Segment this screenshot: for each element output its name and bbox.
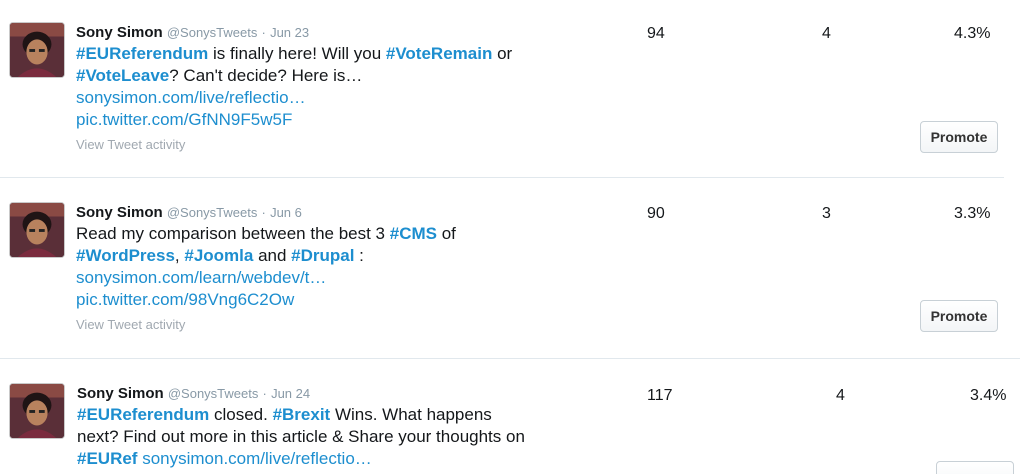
view-tweet-activity-link[interactable]: View Tweet activity [76, 137, 185, 152]
tweet-text-segment: is finally here! Will you [208, 44, 386, 63]
author-handle[interactable]: @SonysTweets [167, 205, 258, 220]
hashtag-link[interactable]: #CMS [390, 224, 437, 243]
tweet-text-segment: Read my comparison between the best 3 [76, 224, 390, 243]
engagement-rate: 3.4% [970, 387, 1007, 404]
author-name[interactable]: Sony Simon [76, 24, 163, 41]
tweet-text: Read my comparison between the best 3 #C… [76, 223, 546, 267]
view-tweet-activity-link[interactable]: View Tweet activity [76, 317, 185, 332]
tweet-text: #EUReferendum closed. #Brexit Wins. What… [77, 404, 537, 470]
tweet-row: Sony Simon @SonysTweets · Jun 24 #EURefe… [0, 359, 1024, 474]
tweet-text-segment: and [253, 246, 292, 265]
tweet-content: Sony Simon @SonysTweets · Jun 24 #EURefe… [77, 384, 537, 470]
engagements-count: 4 [836, 387, 845, 404]
hashtag-link[interactable]: #EUReferendum [77, 405, 209, 424]
author-name[interactable]: Sony Simon [77, 385, 164, 402]
tweet-activity-list: Sony Simon @SonysTweets · Jun 23 #EURefe… [0, 0, 1024, 474]
tweet-header: Sony Simon @SonysTweets · Jun 23 [76, 23, 546, 43]
hashtag-link[interactable]: #Joomla [184, 246, 253, 265]
engagement-rate: 4.3% [954, 25, 991, 42]
engagements-count: 4 [822, 25, 831, 42]
tweet-date[interactable]: Jun 6 [270, 205, 302, 220]
tweet-header: Sony Simon @SonysTweets · Jun 6 [76, 203, 546, 223]
profile-photo-icon [10, 203, 64, 257]
promote-button[interactable] [936, 461, 1014, 474]
url-link[interactable]: sonysimon.com/live/reflectio… [142, 449, 372, 468]
hashtag-link[interactable]: #Brexit [273, 405, 331, 424]
tweet-text-segment: closed. [209, 405, 273, 424]
hashtag-link[interactable]: #VoteRemain [386, 44, 492, 63]
impressions-count: 90 [647, 205, 665, 222]
promote-button[interactable]: Promote [920, 121, 998, 153]
impressions-count: 117 [647, 387, 673, 404]
tweet-row: Sony Simon @SonysTweets · Jun 23 #EURefe… [0, 0, 1024, 178]
tweet-content: Sony Simon @SonysTweets · Jun 23 #EURefe… [76, 23, 546, 154]
author-handle[interactable]: @SonysTweets [168, 386, 259, 401]
tweet-text-segment: , [174, 246, 185, 265]
author-name[interactable]: Sony Simon [76, 204, 163, 221]
url-link[interactable]: sonysimon.com/live/reflectio… [76, 87, 546, 109]
avatar[interactable] [9, 202, 65, 258]
promote-button[interactable]: Promote [920, 300, 998, 332]
url-link[interactable]: sonysimon.com/learn/webdev/t… [76, 267, 546, 289]
pic-link[interactable]: pic.twitter.com/GfNN9F5w5F [76, 109, 546, 131]
hashtag-link[interactable]: #EURef [77, 449, 137, 468]
separator-dot: · [261, 205, 266, 220]
impressions-count: 94 [647, 25, 665, 42]
tweet-content: Sony Simon @SonysTweets · Jun 6 Read my … [76, 203, 546, 334]
separator-dot: · [261, 25, 266, 40]
separator-dot: · [262, 386, 267, 401]
engagement-rate: 3.3% [954, 205, 991, 222]
hashtag-link[interactable]: #VoteLeave [76, 66, 169, 85]
profile-photo-icon [10, 23, 64, 77]
engagements-count: 3 [822, 205, 831, 222]
tweet-row: Sony Simon @SonysTweets · Jun 6 Read my … [0, 178, 1024, 358]
tweet-header: Sony Simon @SonysTweets · Jun 24 [77, 384, 537, 404]
avatar[interactable] [9, 383, 65, 439]
hashtag-link[interactable]: #EUReferendum [76, 44, 208, 63]
hashtag-link[interactable]: #WordPress [76, 246, 175, 265]
author-handle[interactable]: @SonysTweets [167, 25, 258, 40]
tweet-text-segment: or [492, 44, 513, 63]
tweet-text: #EUReferendum is finally here! Will you … [76, 43, 546, 87]
tweet-text-segment: : [354, 246, 364, 265]
tweet-date[interactable]: Jun 24 [271, 386, 310, 401]
tweet-date[interactable]: Jun 23 [270, 25, 309, 40]
tweet-text-segment: of [436, 224, 456, 243]
pic-link[interactable]: pic.twitter.com/98Vng6C2Ow [76, 289, 546, 311]
tweet-text-segment: ? Can't decide? Here is… [169, 66, 363, 85]
hashtag-link[interactable]: #Drupal [291, 246, 354, 265]
avatar[interactable] [9, 22, 65, 78]
profile-photo-icon [10, 384, 64, 438]
